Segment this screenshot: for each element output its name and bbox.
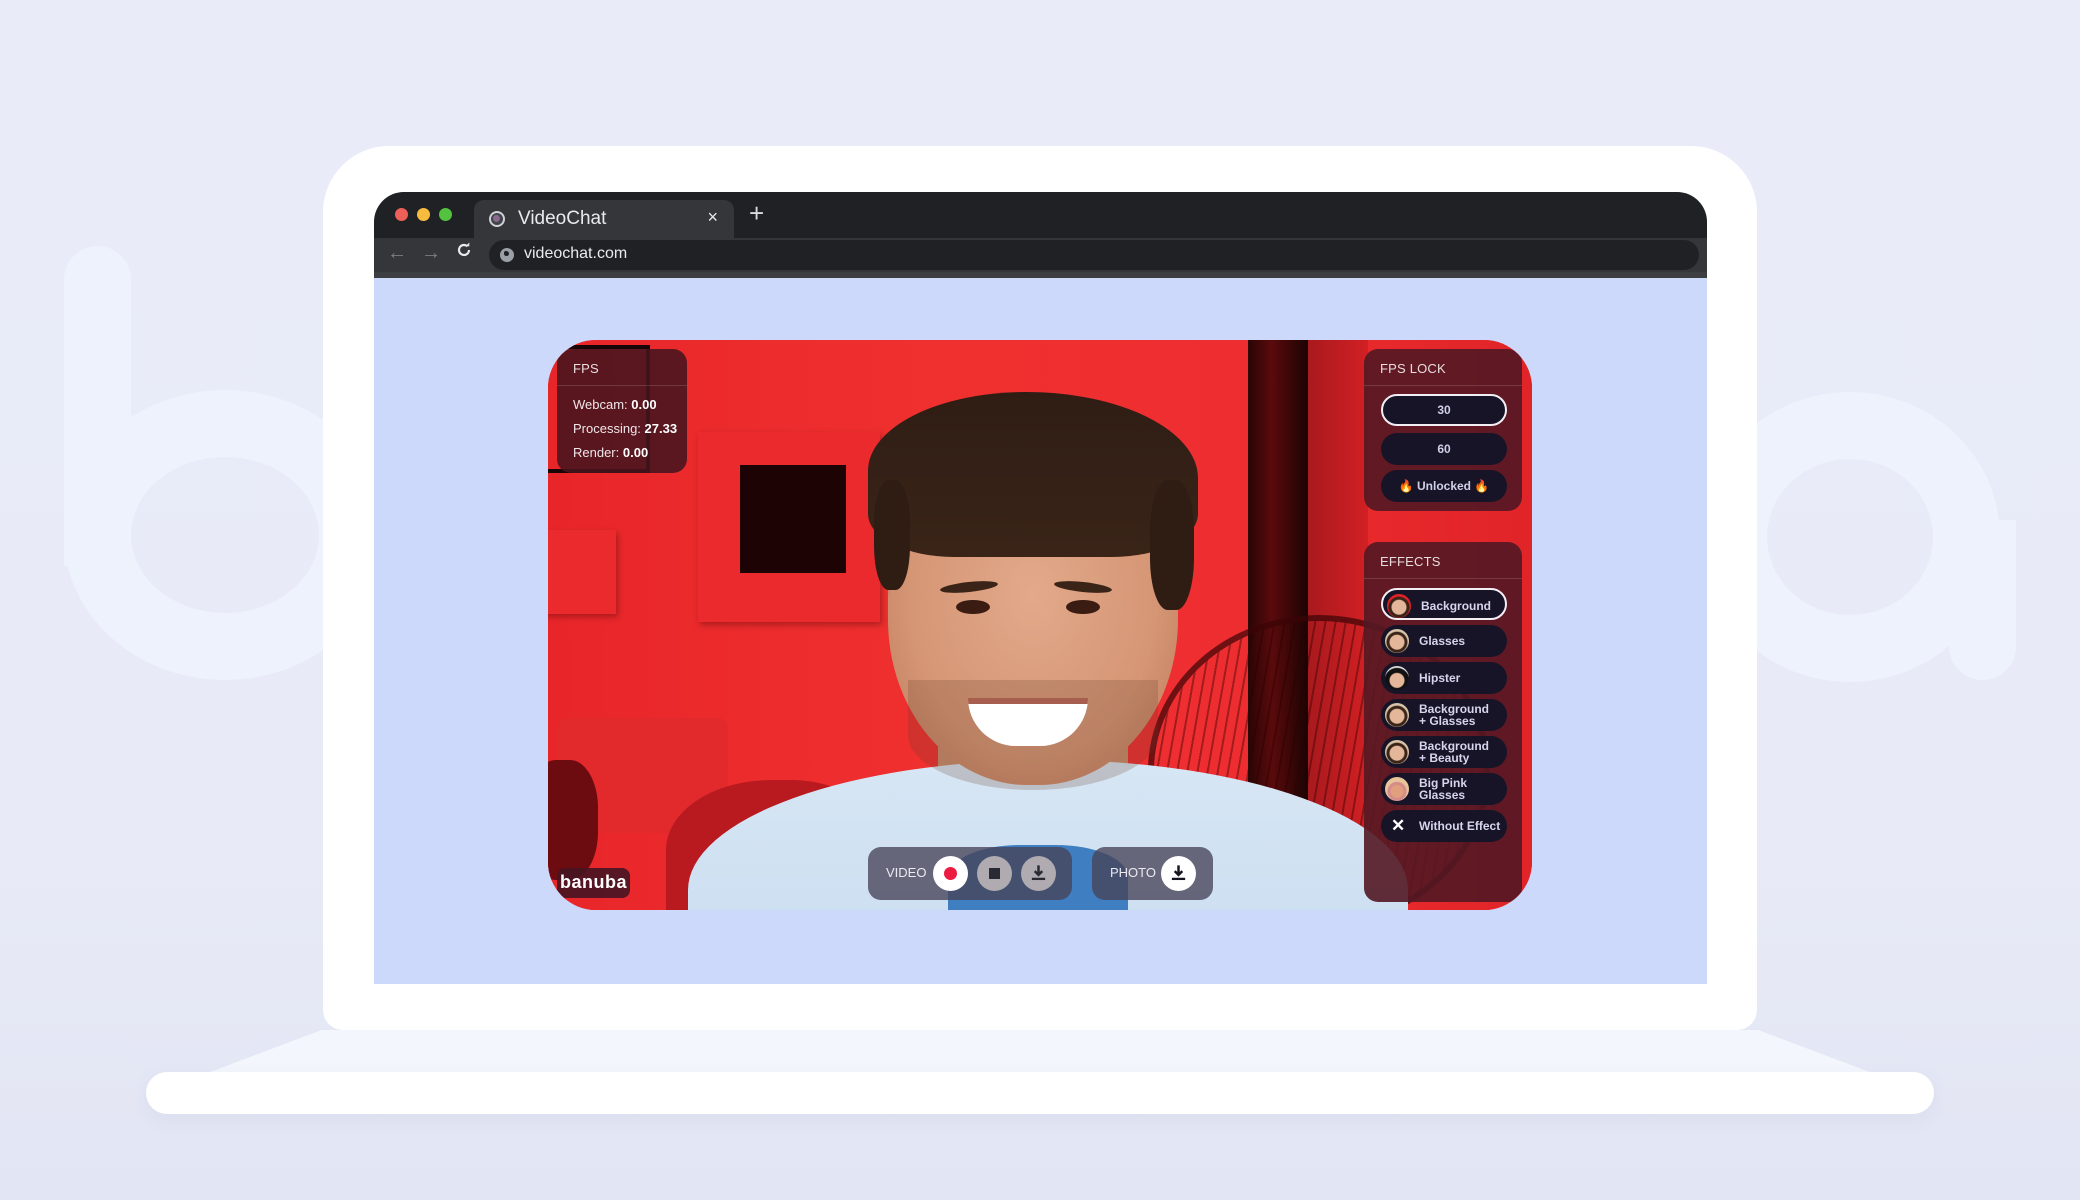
camera-favicon-icon: [489, 211, 505, 227]
effect-label: Glasses: [1419, 634, 1466, 648]
fps-title: FPS: [557, 349, 687, 386]
fps-webcam-value: 0.00: [631, 397, 657, 412]
effects-title: EFFECTS: [1364, 542, 1522, 579]
laptop-base: [146, 1072, 1934, 1114]
effect-avatar-icon: [1387, 594, 1411, 618]
fps-lock-unlocked-button[interactable]: 🔥 Unlocked 🔥: [1381, 470, 1507, 502]
window-minimize-dot[interactable]: [417, 208, 430, 221]
photo-label: PHOTO: [1110, 865, 1156, 880]
fps-lock-60-button[interactable]: 60: [1381, 433, 1507, 465]
wall-picture-frame: [698, 432, 880, 622]
window-maximize-dot[interactable]: [439, 208, 452, 221]
close-icon: ✕: [1391, 816, 1406, 835]
effect-label: Without Effect: [1419, 819, 1501, 833]
stop-button[interactable]: [977, 856, 1012, 891]
person-hair-right: [1150, 480, 1194, 610]
fps-render-label: Render:: [573, 445, 620, 460]
fps-panel: FPS Webcam: 0.00 Processing: 27.33 Rende…: [557, 349, 687, 473]
fps-webcam: Webcam: 0.00: [557, 393, 687, 417]
effect-label: Background + Glasses: [1419, 702, 1490, 728]
fps-lock-title: FPS LOCK: [1364, 349, 1522, 386]
browser-toolbar: ← → videochat.com: [374, 238, 1707, 278]
effect-big-pink-glasses[interactable]: Big Pink Glasses: [1381, 773, 1507, 805]
effect-hipster[interactable]: Hipster: [1381, 662, 1507, 694]
effect-background-beauty[interactable]: Background + Beauty: [1381, 736, 1507, 768]
effect-avatar-icon: [1385, 740, 1409, 764]
banuba-logo: banuba: [557, 868, 630, 898]
watermark-letter-a-stem: [1949, 520, 2016, 680]
fps-processing: Processing: 27.33: [557, 417, 687, 441]
browser-window: VideoChat × + ← → videochat.com FPS Webc…: [374, 192, 1707, 984]
effect-avatar-icon: [1385, 703, 1409, 727]
photo-controls: PHOTO: [1092, 847, 1213, 900]
tab-title: VideoChat: [518, 208, 607, 229]
effect-avatar-icon: [1385, 629, 1409, 653]
effect-label: Background + Beauty: [1419, 739, 1490, 765]
effect-background[interactable]: Background: [1381, 588, 1507, 620]
download-icon: [1031, 865, 1046, 881]
tab-videochat[interactable]: VideoChat ×: [474, 200, 734, 238]
forward-arrow-icon[interactable]: →: [421, 242, 441, 265]
effect-label: Hipster: [1419, 671, 1461, 685]
reload-icon[interactable]: [456, 241, 472, 264]
wall-clock: [548, 530, 616, 614]
url-text[interactable]: videochat.com: [524, 245, 627, 263]
watermark-letter-b: [64, 246, 131, 566]
effect-avatar-icon: [1385, 777, 1409, 801]
window-close-dot[interactable]: [395, 208, 408, 221]
effect-avatar-icon: [1385, 666, 1409, 690]
fps-lock-30-button[interactable]: 30: [1381, 394, 1507, 426]
new-tab-button[interactable]: +: [749, 198, 764, 229]
back-arrow-icon[interactable]: ←: [387, 242, 407, 265]
person-eye-left: [956, 600, 990, 614]
person-hair: [868, 392, 1198, 557]
fps-lock-panel: FPS LOCK 30 60 🔥 Unlocked 🔥: [1364, 349, 1522, 511]
effects-panel: EFFECTS Background Glasses Hipster Backg…: [1364, 542, 1522, 902]
tab-close-icon[interactable]: ×: [707, 207, 718, 228]
video-controls: VIDEO: [868, 847, 1072, 900]
video-download-button[interactable]: [1021, 856, 1056, 891]
fps-render-value: 0.00: [622, 445, 649, 460]
record-button[interactable]: [933, 856, 968, 891]
effect-without-effect[interactable]: ✕ Without Effect: [1381, 810, 1507, 842]
photo-download-button[interactable]: [1161, 856, 1196, 891]
effect-glasses[interactable]: Glasses: [1381, 625, 1507, 657]
stop-icon: [989, 868, 1000, 879]
fps-webcam-label: Webcam:: [573, 397, 628, 412]
video-preview: FPS Webcam: 0.00 Processing: 27.33 Rende…: [548, 340, 1532, 910]
download-icon: [1171, 865, 1186, 881]
person-eye-right: [1066, 600, 1100, 614]
wall-picture: [740, 465, 846, 573]
globe-icon: [500, 248, 514, 262]
address-bar[interactable]: videochat.com: [489, 240, 1699, 270]
fps-processing-label: Processing:: [573, 421, 641, 436]
fps-processing-value: 27.33: [644, 421, 678, 436]
person-hair-left: [874, 480, 910, 590]
record-icon: [944, 867, 957, 880]
video-label: VIDEO: [886, 865, 927, 880]
effect-label: Big Pink Glasses: [1419, 776, 1468, 802]
tab-bar: VideoChat × +: [374, 192, 1707, 238]
laptop-deck: [205, 1030, 1875, 1074]
effect-label: Background: [1421, 599, 1492, 613]
effect-background-glasses[interactable]: Background + Glasses: [1381, 699, 1507, 731]
fps-render: Render: 0.00: [557, 441, 687, 465]
knot-pillow: [548, 760, 598, 880]
